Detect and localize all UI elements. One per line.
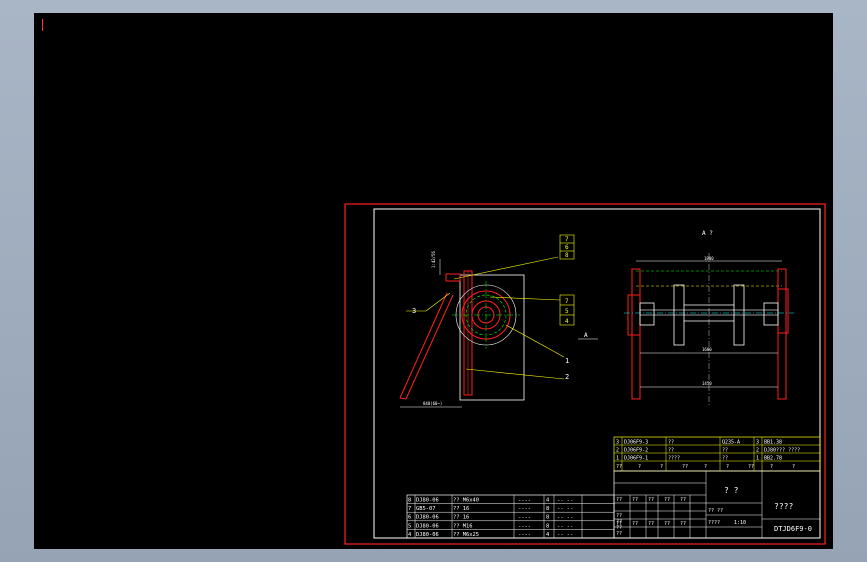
title-cell-code: DJ06F9-1 <box>624 456 648 462</box>
balloon-5: 5 <box>565 308 569 315</box>
title-cell-no: 3 <box>756 440 759 446</box>
scale-label: ???? <box>708 520 720 526</box>
balloon-7b: 7 <box>565 298 569 305</box>
balloon-3: 3 <box>412 307 416 315</box>
scale-value: 1:10 <box>734 520 746 526</box>
parts-cell-no: 8 <box>408 498 411 504</box>
title-cell-code: DJ06F9-3 <box>624 440 648 446</box>
grid-label: ?? <box>632 521 638 527</box>
title-cell-name: ?? <box>668 448 674 454</box>
parts-cell-mat: -- -- <box>557 515 573 521</box>
title-cell-no: 2 <box>616 448 619 454</box>
title-cell-note: DJ80??? ???? <box>764 448 800 454</box>
parts-cell-code: DJ80-06 <box>416 523 439 529</box>
cad-viewport[interactable]: 1:42/56 840(60~) 7 6 8 7 5 4 1 2 3 A A ?… <box>34 13 833 549</box>
grid-label: ?? <box>632 497 638 503</box>
title-cell-mat: ?? <box>722 448 728 454</box>
parts-cell-std: ---- <box>518 506 531 512</box>
parts-cell-code: GB5-07 <box>416 506 435 512</box>
parts-cell-mat: -- -- <box>557 498 573 504</box>
parts-cell-code: DJ80-06 <box>416 515 439 521</box>
balloon-6: 6 <box>565 244 569 251</box>
parts-list-table: 8 DJ80-06 ?? M6x40 ---- 4 -- -- 7 GB5-07 ?? 16 --… <box>406 494 615 539</box>
title-cell-name: ???? <box>668 456 680 462</box>
front-view: A ? 1800 1600 <box>624 230 794 405</box>
side-view: 1:42/56 840(60~) <box>399 251 525 408</box>
view-label: A ? <box>702 230 713 237</box>
dim-left-vertical: 1:42/56 <box>431 251 436 268</box>
parts-cell-name: ?? M6x40 <box>453 498 479 504</box>
header-cell: ? <box>770 464 773 470</box>
title-cell-note: BB2.78 <box>764 456 782 462</box>
parts-cell-code: DJ80-06 <box>416 532 439 538</box>
parts-cell-qty: 8 <box>546 506 549 512</box>
base-plate <box>459 274 525 401</box>
row-label: ?? <box>616 531 622 537</box>
parts-cell-no: 4 <box>408 532 411 538</box>
balloon-4: 4 <box>565 318 569 325</box>
title-cell-no: 1 <box>616 456 619 462</box>
header-cell: ?? <box>682 464 688 470</box>
header-cell: ? <box>726 464 729 470</box>
sheet-label: ?? ?? <box>708 508 723 514</box>
grid-label: ?? <box>680 521 686 527</box>
parts-cell-std: ---- <box>518 523 531 529</box>
parts-cell-name: ?? 16 <box>453 506 469 512</box>
header-cell: ? <box>638 464 641 470</box>
parts-cell-qty: 4 <box>546 498 549 504</box>
grid-label: ?? <box>664 521 670 527</box>
drawing-number: DTJD6F9-0 <box>774 525 812 533</box>
parts-cell-qty: 8 <box>546 515 549 521</box>
parts-cell-mat: -- -- <box>557 532 573 538</box>
parts-cell-mat: -- -- <box>557 523 573 529</box>
title-block: 3 DJ06F9-3?? Q235-A 3 BB1.38 2 DJ06F9-2???? 2 DJ… <box>613 436 821 539</box>
header-cell: ? <box>660 464 663 470</box>
drawing-frame <box>373 208 821 539</box>
section-label: A <box>584 332 588 339</box>
title-cell-mat: ?? <box>722 456 728 462</box>
grid-label: ?? <box>664 497 670 503</box>
balloon-1: 1 <box>565 357 569 365</box>
engineering-drawing: 1:42/56 840(60~) 7 6 8 7 5 4 1 2 3 A A ?… <box>344 203 826 545</box>
balloon-8: 8 <box>565 252 569 259</box>
parts-cell-std: ---- <box>518 532 531 538</box>
title-cell-code: DJ06F9-2 <box>624 448 648 454</box>
balloon-2: 2 <box>565 373 569 381</box>
parts-cell-no: 5 <box>408 523 411 529</box>
header-cell: ? <box>792 464 795 470</box>
parts-cell-no: 7 <box>408 506 411 512</box>
dim-mid-right: 1600 <box>702 347 712 352</box>
parts-cell-std: ---- <box>518 498 531 504</box>
parts-cell-no: 6 <box>408 515 411 521</box>
dim-bottom-left: 840(60~) <box>423 401 442 406</box>
title-cell-no: 2 <box>756 448 759 454</box>
grid-label: ?? <box>648 521 654 527</box>
header-cell: ?? <box>616 464 622 470</box>
title-cell-mat: Q235-A <box>722 440 740 446</box>
grid-label: ?? <box>616 497 622 503</box>
parts-cell-name: ?? M6x25 <box>453 532 479 538</box>
parts-cell-name: ?? 16 <box>453 515 469 521</box>
parts-cell-mat: -- -- <box>557 506 573 512</box>
parts-cell-code: DJ80-06 <box>416 498 439 504</box>
title-cell-no: 3 <box>616 440 619 446</box>
header-cell: ?? <box>748 464 754 470</box>
parts-cell-qty: 8 <box>546 523 549 529</box>
grid-label: ?? <box>648 497 654 503</box>
parts-cell-name: ?? M16 <box>453 523 472 529</box>
balloon-7a: 7 <box>565 236 569 243</box>
dim-bottom-right: 1450 <box>702 381 712 386</box>
title-cell-no: 1 <box>756 456 759 462</box>
grid-label: ?? <box>680 497 686 503</box>
title-cell-name: ?? <box>668 440 674 446</box>
header-cell: ? <box>704 464 707 470</box>
company-name: ???? <box>774 502 793 511</box>
title-cell-note: BB1.38 <box>764 440 782 446</box>
parts-cell-qty: 4 <box>546 532 549 538</box>
part-name: ? ? <box>724 486 739 495</box>
parts-cell-std: ---- <box>518 515 531 521</box>
